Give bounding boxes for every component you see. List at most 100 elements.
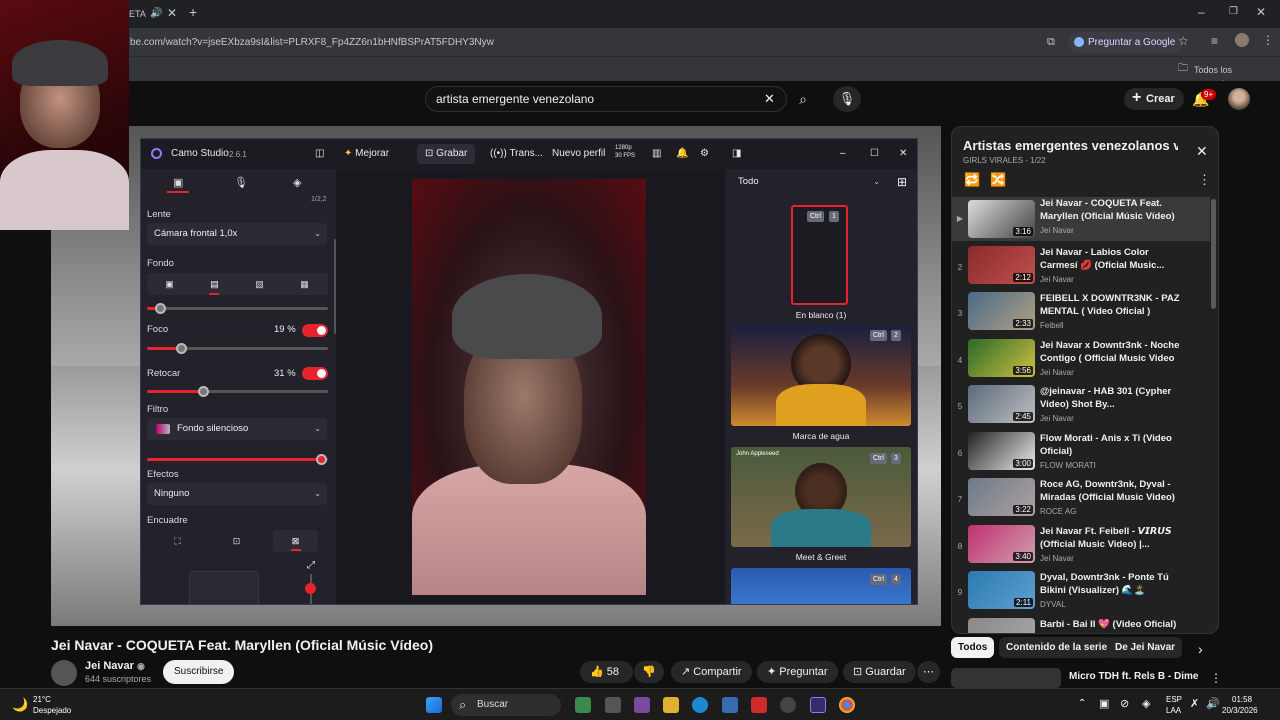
close-playlist-icon[interactable]: ✕ (1196, 143, 1208, 160)
scene-blank[interactable]: Ctrl 1 (791, 205, 848, 305)
grid-view-icon[interactable]: ⊞ (897, 175, 907, 189)
playlist-item-title[interactable]: Jei Navar - Labios Color Carmesí 💋 (Ofic… (1040, 246, 1180, 272)
save-button[interactable]: ⊡ Guardar (843, 661, 916, 683)
weather-moon-icon[interactable]: 🌙 (12, 697, 28, 713)
search-input[interactable]: artista emergente venezolano (425, 86, 787, 112)
like-button[interactable]: 👍 58 (580, 661, 634, 683)
tray-network-off-icon[interactable]: ⊘ (1120, 697, 1129, 710)
chrome-icon[interactable] (839, 697, 855, 713)
layout-icon[interactable]: ▥ (652, 148, 661, 159)
clock-time[interactable]: 01:58 (1232, 695, 1252, 704)
playlist-item-title[interactable]: Jei Navar x Downtr3nk - Noche Contigo ( … (1040, 339, 1180, 365)
playlist-title[interactable]: Artistas emergentes venezolanos ve... (963, 138, 1178, 153)
effects-select[interactable]: Ninguno ⌄ (147, 483, 327, 505)
playlist-item[interactable]: Barbi - Bai II 💖 (Video Oficial) (952, 617, 1210, 633)
file-explorer-icon[interactable] (663, 697, 679, 713)
improve-button[interactable]: ✦ Mejorar (344, 148, 389, 159)
playlist-item[interactable]: 6 3:00 Flow Morati - Anis x Ti (Video Ofic… (952, 431, 1210, 478)
playlist-item-thumbnail[interactable]: 3:40 (968, 524, 1035, 563)
playlist-menu-icon[interactable]: ⋮ (1198, 172, 1211, 188)
volume-icon[interactable]: 🔊 (1206, 697, 1220, 710)
ask-google-button[interactable]: Preguntar a Google (1068, 32, 1184, 53)
playlist-item[interactable]: 7 3:22 Roce AG, Downtr3nk, Dyval - Miradas… (952, 478, 1210, 524)
next-video-menu-icon[interactable]: ⋮ (1210, 671, 1222, 685)
app-game-icon[interactable] (575, 697, 591, 713)
weather-temp[interactable]: 21°C (33, 695, 51, 704)
loop-icon[interactable]: 🔁 (964, 172, 980, 188)
lang-code[interactable]: ESP (1166, 695, 1182, 704)
scene-4[interactable]: Ctrl 4 (731, 568, 911, 604)
playlist-item-title[interactable]: Flow Morati - Anis x Ti (Video Oficial) (1040, 432, 1180, 458)
playlist-scrollbar[interactable] (1211, 199, 1216, 309)
minimize-icon[interactable]: – (1198, 5, 1205, 19)
media-control-icon[interactable]: ≡ (1211, 34, 1218, 48)
playlist-item-title[interactable]: Jei Navar - COQUETA Feat. Maryllen (Ofic… (1040, 197, 1180, 223)
copilot-icon[interactable] (634, 697, 650, 713)
camo-minimize-icon[interactable]: – (840, 148, 846, 159)
bg-remove-icon[interactable]: ▧ (237, 273, 282, 295)
camo-maximize-icon[interactable]: ☐ (870, 148, 879, 159)
edge-icon[interactable] (692, 697, 708, 713)
playlist-item-title[interactable]: Dyval, Downtr3nk - Ponte Tú Bikini (Visu… (1040, 571, 1180, 597)
framing-preview[interactable] (189, 571, 259, 604)
playlist-item-thumbnail[interactable]: 3:22 (968, 478, 1035, 516)
stream-button[interactable]: ((•)) Trans... (490, 148, 543, 159)
bookmark-star-icon[interactable]: ☆ (1178, 34, 1189, 48)
playlist-item-thumbnail[interactable]: 2:11 (968, 571, 1035, 609)
playlist-item-thumbnail[interactable]: 3:16 (968, 200, 1035, 238)
tab-title[interactable]: ETA (129, 7, 146, 21)
record-button[interactable]: ⊡ Grabar (417, 144, 476, 164)
retouch-slider-knob[interactable] (198, 386, 210, 397)
expand-icon[interactable]: ⤢ (307, 560, 315, 571)
github-icon[interactable] (780, 697, 796, 713)
background-slider[interactable] (147, 303, 328, 314)
filter-select[interactable]: Fondo silencioso ⌄ (147, 418, 327, 440)
new-tab-icon[interactable]: + (189, 5, 197, 19)
frame-center-icon[interactable]: ⊡ (214, 530, 259, 552)
maximize-icon[interactable]: ❐ (1229, 5, 1238, 19)
wifi-off-icon[interactable]: ✗ (1190, 697, 1199, 710)
bg-none-icon[interactable]: ▣ (147, 273, 192, 295)
camera-feed[interactable] (412, 179, 646, 595)
scene-filter-select[interactable]: Todo ⌄ (731, 171, 886, 193)
playlist-item[interactable]: 5 2:45 @jeinavar - HAB 301 (Cypher Video) … (952, 385, 1210, 431)
layers-tab-icon[interactable]: ◈ (293, 176, 301, 189)
filter-intensity-knob[interactable] (316, 454, 327, 465)
store-icon[interactable] (722, 697, 738, 713)
playlist-item[interactable]: 9 2:11 Dyval, Downtr3nk - Ponte Tú Bikini … (952, 571, 1210, 617)
channel-avatar[interactable] (51, 660, 77, 686)
chip-series[interactable]: Contenido de la serie (999, 637, 1115, 658)
channel-name[interactable]: Jei Navar ◉ (85, 660, 145, 672)
retouch-slider[interactable] (147, 386, 328, 397)
frame-fit-icon[interactable]: ⛶ (155, 530, 200, 552)
start-windows-icon[interactable] (426, 697, 442, 713)
next-video-thumb[interactable] (951, 668, 1061, 688)
taskbar-search[interactable]: Buscar (451, 694, 561, 716)
voice-search-button[interactable]: 🎙 (833, 86, 861, 112)
filter-intensity-slider[interactable] (147, 454, 328, 465)
dislike-button[interactable]: 👎 (634, 661, 664, 683)
playlist-item-title[interactable]: FEIBELL X DOWNTR3NK - PAZ MENTAL ( Video… (1040, 292, 1180, 318)
panel-toggle-icon[interactable]: ◨ (732, 148, 741, 159)
playlist-item-title[interactable]: Barbi - Bai II 💖 (Video Oficial) (1040, 618, 1180, 631)
zoom-slider-knob[interactable] (305, 583, 316, 594)
channel-name-text[interactable]: Jei Navar (85, 660, 134, 672)
tray-shield-icon[interactable]: ◈ (1142, 697, 1150, 710)
tray-chevron-icon[interactable]: ⌃ (1078, 698, 1086, 709)
playlist-item[interactable]: 8 3:40 Jei Navar Ft. Feibell - 𝙑𝙄𝙍𝙐𝙎 (Offi… (952, 524, 1210, 571)
lens-select[interactable]: Cámara frontal 1,0x ⌄ (147, 223, 327, 245)
playlist-item-thumbnail[interactable]: 2:45 (968, 385, 1035, 423)
playlist-item-thumbnail[interactable]: 2:12 (968, 245, 1035, 284)
playlist-item-thumbnail[interactable]: 2:33 (968, 292, 1035, 330)
audio-tab-icon[interactable]: 🎙 (234, 176, 248, 189)
playlist-item-thumbnail[interactable] (968, 617, 1035, 633)
bell-icon[interactable]: 🔔 (676, 148, 688, 159)
background-slider-knob[interactable] (155, 303, 166, 314)
subscribe-button[interactable]: Suscribirse (163, 660, 235, 684)
scene-meet-greet[interactable]: John Appleseed Ctrl 3 (731, 447, 911, 547)
bg-blur-icon[interactable]: ▤ (192, 273, 237, 295)
video-tab-icon[interactable]: ▣ (173, 176, 183, 189)
chip-from-channel[interactable]: De Jei Navar (1108, 637, 1183, 658)
playlist-item-title[interactable]: Roce AG, Downtr3nk, Dyval - Miradas (Off… (1040, 478, 1180, 504)
bg-replace-icon[interactable]: ▦ (282, 273, 327, 295)
